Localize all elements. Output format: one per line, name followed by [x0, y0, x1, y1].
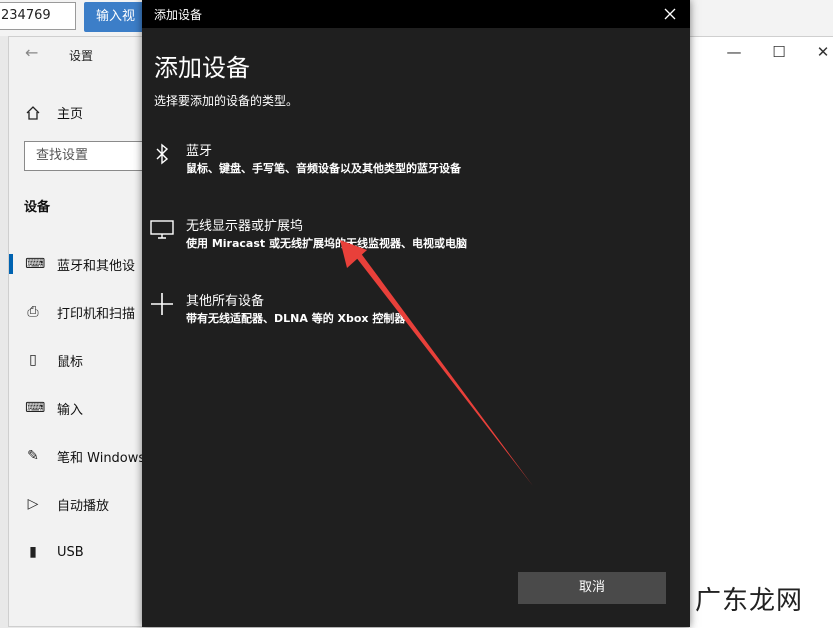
option-name: 其他所有设备: [186, 294, 265, 309]
usb-icon: ▮: [29, 544, 37, 560]
add-device-dialog: 添加设备 添加设备 选择要添加的设备的类型。 蓝牙 鼠标、键盘、手写笔、音频设备…: [142, 0, 690, 627]
minimize-icon[interactable]: —: [714, 43, 754, 61]
sidebar-item-label: 鼠标: [57, 354, 84, 370]
option-description: 使用 Miracast 或无线扩展坞的无线监视器、电视或电脑: [186, 237, 467, 250]
sidebar-item-typing[interactable]: ⌨ 输入: [9, 393, 149, 423]
option-wireless-display[interactable]: 无线显示器或扩展坞 使用 Miracast 或无线扩展坞的无线监视器、电视或电脑: [142, 215, 690, 263]
section-title: 设备: [24, 200, 51, 215]
sidebar-item-pen[interactable]: ✎ 笔和 Windows: [9, 441, 149, 471]
printer-icon: ⎙: [27, 304, 39, 320]
close-window-icon[interactable]: ✕: [803, 43, 833, 61]
dialog-title: 添加设备: [154, 8, 203, 22]
sidebar-item-label: 输入: [57, 402, 84, 418]
sidebar-item-label: 蓝牙和其他设: [57, 258, 136, 274]
cancel-button[interactable]: 取消: [518, 572, 666, 604]
watermark: 广东龙网: [695, 586, 804, 616]
sidebar-item-label: 笔和 Windows: [57, 450, 146, 466]
plus-icon: [151, 293, 173, 315]
mouse-icon: ▯: [29, 352, 37, 368]
monitor-icon: [150, 220, 174, 239]
option-bluetooth[interactable]: 蓝牙 鼠标、键盘、手写笔、音频设备以及其他类型的蓝牙设备: [142, 140, 690, 188]
maximize-icon[interactable]: ☐: [759, 43, 799, 61]
sidebar-item-mouse[interactable]: ▯ 鼠标: [9, 345, 149, 375]
option-everything-else[interactable]: 其他所有设备 带有无线适配器、DLNA 等的 Xbox 控制器: [142, 290, 690, 338]
sidebar-item-usb[interactable]: ▮ USB: [9, 537, 149, 567]
home-icon: [26, 105, 40, 120]
dialog-heading: 添加设备: [154, 54, 250, 82]
sidebar-item-label: 自动播放: [57, 498, 110, 514]
dialog-titlebar: 添加设备: [142, 0, 690, 28]
option-description: 带有无线适配器、DLNA 等的 Xbox 控制器: [186, 312, 406, 325]
pen-icon: ✎: [27, 448, 39, 464]
sidebar-item-bluetooth[interactable]: ⌨ 蓝牙和其他设: [9, 249, 149, 279]
autoplay-icon: ▷: [27, 496, 39, 512]
nav-home[interactable]: 主页: [25, 103, 83, 122]
home-label: 主页: [57, 107, 84, 122]
option-name: 蓝牙: [186, 144, 213, 159]
sidebar-item-autoplay[interactable]: ▷ 自动播放: [9, 489, 149, 519]
option-name: 无线显示器或扩展坞: [186, 219, 304, 234]
bluetooth-devices-icon: ⌨: [25, 256, 46, 272]
keyboard-icon: ⌨: [25, 400, 46, 416]
option-description: 鼠标、键盘、手写笔、音频设备以及其他类型的蓝牙设备: [186, 162, 461, 175]
back-arrow-icon[interactable]: ←: [25, 43, 38, 62]
close-icon[interactable]: [660, 4, 680, 24]
bluetooth-icon: [156, 143, 169, 165]
sidebar-item-label: USB: [57, 544, 84, 560]
settings-content-panel: — ☐ ✕: [689, 37, 833, 628]
sidebar-item-printers[interactable]: ⎙ 打印机和扫描: [9, 297, 149, 327]
background-input[interactable]: 234769: [0, 2, 76, 30]
settings-title: 设置: [69, 49, 94, 63]
sidebar-item-label: 打印机和扫描: [57, 306, 136, 322]
dialog-subtitle: 选择要添加的设备的类型。: [154, 94, 299, 108]
